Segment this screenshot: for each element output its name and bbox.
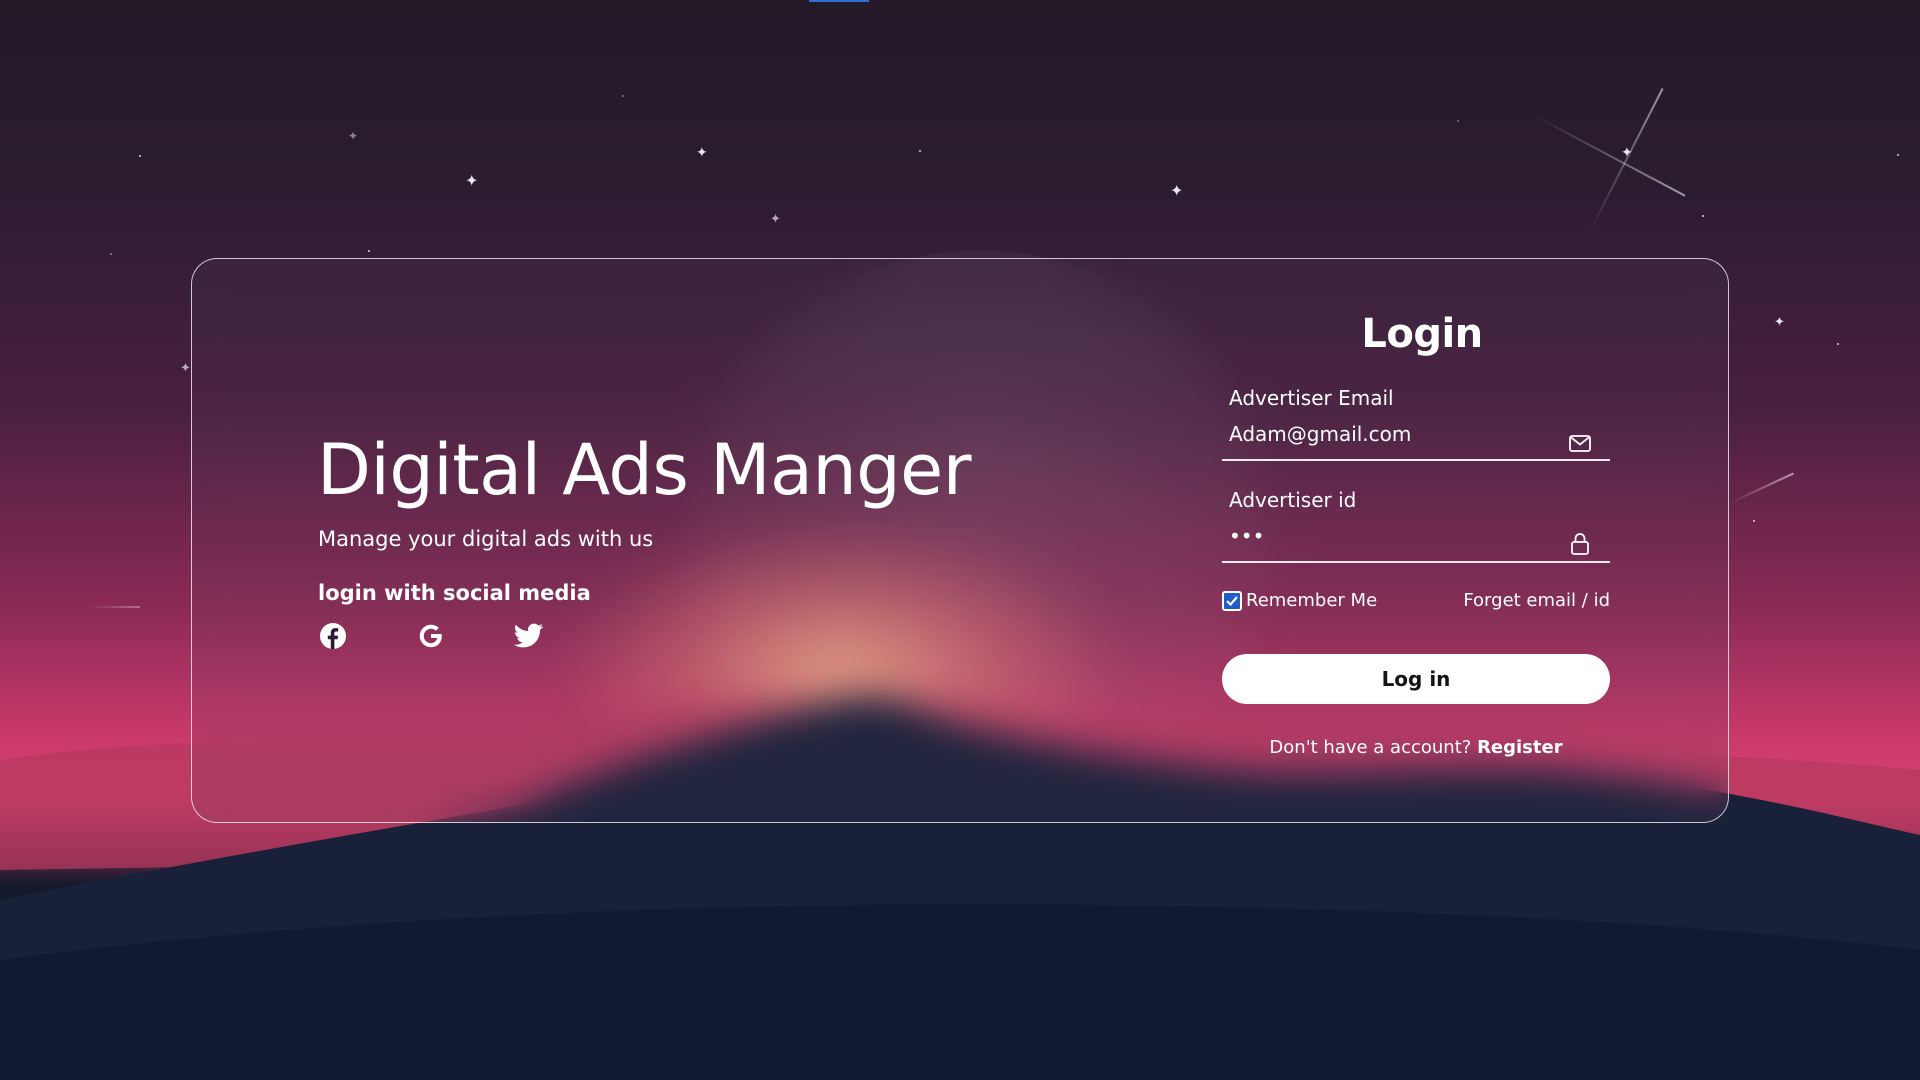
- login-button[interactable]: Log in: [1222, 654, 1610, 704]
- star-dot: [1837, 343, 1839, 345]
- google-icon[interactable]: [416, 621, 446, 651]
- register-prompt-line: Don't have a account? Register: [1222, 737, 1610, 758]
- shooting-star: [90, 606, 140, 608]
- star-dot: [368, 250, 370, 252]
- star-icon: ✦: [1774, 315, 1785, 330]
- email-label: Advertiser Email: [1229, 386, 1394, 410]
- advertiser-id-field[interactable]: [1222, 521, 1610, 563]
- star-icon: ✦: [696, 145, 708, 161]
- register-link[interactable]: Register: [1477, 737, 1563, 758]
- twitter-icon[interactable]: [514, 621, 544, 651]
- star-icon: ✦: [770, 212, 781, 227]
- star-dot: [1897, 154, 1899, 156]
- star-dot: [110, 253, 112, 255]
- star-dot: [1702, 215, 1704, 217]
- forgot-credentials-link[interactable]: Forget email / id: [1463, 590, 1610, 611]
- star-dot: [919, 150, 921, 152]
- star-icon: ✦: [180, 361, 191, 376]
- mail-icon: [1569, 435, 1591, 452]
- login-card: Digital Ads Manger Manage your digital a…: [191, 258, 1729, 823]
- star-icon: ✦: [1170, 181, 1184, 200]
- email-field[interactable]: [1222, 419, 1610, 461]
- background-scene: ✦ ✦ ✦ ✦ ✦ ✦ ✦ ✦ Digital Ads Manger Manag…: [0, 0, 1920, 1080]
- brand-title: Digital Ads Manger: [317, 429, 972, 511]
- star-dot: [139, 155, 141, 157]
- login-panel: Login Advertiser Email Advertiser id Re: [1222, 259, 1622, 822]
- remember-me-checkbox[interactable]: [1222, 590, 1242, 611]
- id-label: Advertiser id: [1229, 488, 1357, 512]
- remember-me-label: Remember Me: [1246, 590, 1378, 611]
- star-dot: [622, 95, 624, 97]
- login-title: Login: [1361, 311, 1483, 357]
- social-login-row: [318, 621, 544, 651]
- social-login-title: login with social media: [318, 581, 591, 605]
- star-icon: ✦: [465, 171, 479, 190]
- remember-me[interactable]: Remember Me: [1222, 590, 1377, 611]
- star-dot: [1457, 120, 1459, 122]
- register-prompt: Don't have a account?: [1269, 737, 1472, 758]
- checkmark-icon: [1226, 595, 1238, 606]
- lock-icon: [1571, 533, 1589, 555]
- star-icon: ✦: [348, 129, 359, 143]
- star-dot: [1753, 520, 1755, 522]
- facebook-icon[interactable]: [318, 621, 348, 651]
- brand-subtitle: Manage your digital ads with us: [318, 527, 654, 551]
